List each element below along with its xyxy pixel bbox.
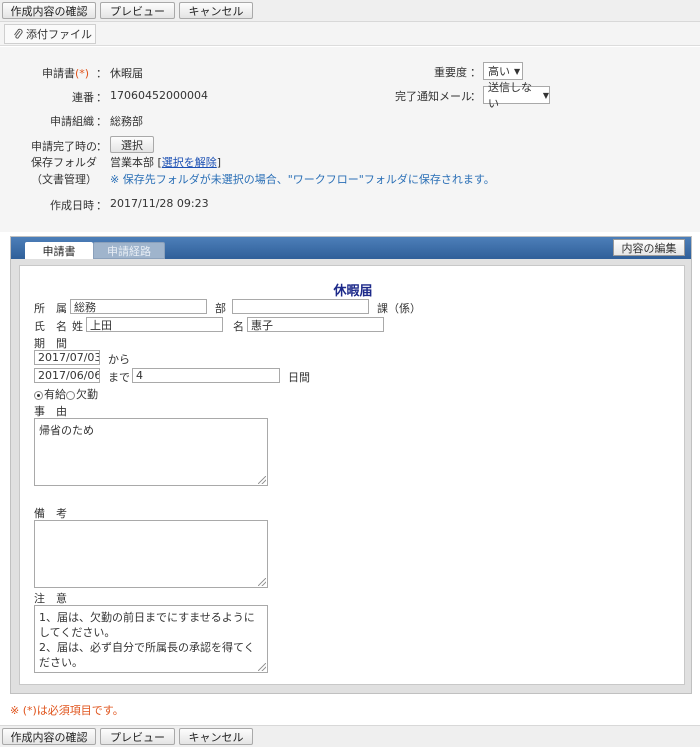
bu-label: 部 [215, 302, 226, 315]
reason-label: 事 由 [34, 405, 67, 418]
form-panel: 申請書 申請経路 内容の編集 休暇届 所 属 総務 部 課（係） 氏 名 姓 上… [10, 236, 692, 694]
bottom-toolbar: 作成内容の確認 プレビュー キャンセル [0, 725, 700, 747]
to-date-input[interactable]: 2017/06/06 [34, 368, 100, 383]
note-label: 備 考 [34, 507, 67, 520]
colon: ： [96, 115, 107, 128]
form-title: 休暇届 [333, 284, 373, 299]
cancel-button[interactable]: キャンセル [179, 2, 253, 19]
confirm-button[interactable]: 作成内容の確認 [2, 728, 96, 745]
serial-label: 連番 [72, 91, 94, 104]
select-folder-button[interactable]: 選択 [110, 136, 154, 153]
to-suffix: まで [108, 371, 130, 384]
cancel-button[interactable]: キャンセル [179, 728, 253, 745]
caution-label: 注 意 [34, 592, 67, 605]
priority-select[interactable]: 高い ▼ [483, 62, 523, 80]
caution-line-2: 2、届は、必ず自分で所属長の承認を得てください。 [39, 641, 255, 669]
required-footnote: ※ (*)は必須項目です。 [10, 704, 124, 717]
notify-select[interactable]: 送信しない ▼ [483, 81, 550, 110]
first-name-input[interactable]: 惠子 [247, 317, 384, 332]
folder-label-line2: 保存フォルダ [31, 156, 97, 169]
colon: ： [470, 66, 481, 79]
required-mark: (*) [75, 67, 90, 80]
colon: ： [96, 91, 107, 104]
priority-label: 重要度 [434, 66, 467, 79]
notify-value: 送信しない [488, 81, 532, 110]
last-name-label: 姓 [72, 320, 83, 333]
created-value: 2017/11/28 09:23 [110, 197, 209, 210]
priority-value: 高い [488, 65, 510, 78]
tab-bar: 申請書 申請経路 内容の編集 [11, 237, 691, 259]
folder-label-line1: 申請完了時の [31, 140, 97, 153]
last-name-input[interactable]: 上田 [86, 317, 223, 332]
note-textarea[interactable] [34, 520, 268, 588]
top-toolbar: 作成内容の確認 プレビュー キャンセル [0, 0, 700, 22]
paid-label: 有給 [44, 388, 66, 401]
form-value: 休暇届 [110, 67, 143, 80]
section-label: 課（係） [377, 302, 421, 315]
days-suffix: 日間 [288, 371, 310, 384]
paid-radio[interactable] [34, 390, 43, 400]
days-input[interactable]: 4 [132, 368, 280, 383]
colon: ： [96, 67, 107, 80]
resize-grip-icon[interactable] [258, 476, 266, 484]
reason-textarea[interactable]: 帰省のため [34, 418, 268, 486]
attachment-bar: 添付ファイル [0, 22, 700, 46]
dept-label: 所 属 [34, 302, 67, 315]
bu-input[interactable] [232, 299, 369, 314]
folder-label-line3: （文書管理） [31, 173, 97, 186]
absence-label: 欠勤 [76, 388, 98, 401]
application-info: 申請書(*) ： 休暇届 連番 ： 17060452000004 申請組織 ： … [0, 47, 700, 232]
org-label: 申請組織 [50, 115, 94, 128]
name-label: 氏 名 [34, 320, 67, 333]
dropdown-arrow-icon: ▼ [542, 90, 549, 100]
colon: ： [96, 140, 107, 153]
dept-input[interactable]: 総務 [70, 299, 207, 314]
tab-approval-route[interactable]: 申請経路 [93, 242, 165, 259]
form-label: 申請書 [42, 67, 75, 80]
caution-textarea[interactable]: 1、届は、欠勤の前日までにすませるようにしてください。 2、届は、必ず自分で所属… [34, 605, 268, 673]
paperclip-icon [14, 28, 23, 39]
from-date-input[interactable]: 2017/07/03 [34, 350, 100, 365]
attach-file-button[interactable]: 添付ファイル [4, 24, 96, 44]
unselect-folder-link[interactable]: 選択を解除 [162, 156, 217, 169]
serial-value: 17060452000004 [110, 89, 208, 102]
folder-value: 営業本部 [110, 156, 154, 169]
reason-text: 帰省のため [39, 424, 94, 437]
org-value: 総務部 [110, 115, 143, 128]
colon: ： [96, 199, 107, 212]
absence-radio[interactable] [66, 390, 75, 400]
resize-grip-icon[interactable] [258, 663, 266, 671]
dropdown-arrow-icon: ▼ [514, 66, 521, 76]
notify-label: 完了通知メール [395, 90, 472, 103]
preview-button[interactable]: プレビュー [100, 2, 175, 19]
edit-content-button[interactable]: 内容の編集 [613, 239, 685, 256]
confirm-button[interactable]: 作成内容の確認 [2, 2, 96, 19]
preview-button[interactable]: プレビュー [100, 728, 175, 745]
created-label: 作成日時 [50, 199, 94, 212]
from-suffix: から [108, 353, 130, 366]
folder-note: ※ 保存先フォルダが未選択の場合、"ワークフロー"フォルダに保存されます。 [110, 173, 495, 186]
attach-file-label: 添付ファイル [26, 28, 92, 41]
leave-form: 休暇届 所 属 総務 部 課（係） 氏 名 姓 上田 名 惠子 期 間 2017… [19, 265, 685, 685]
period-label: 期 間 [34, 337, 67, 350]
colon: ： [470, 90, 481, 103]
first-name-label: 名 [233, 320, 244, 333]
caution-line-1: 1、届は、欠勤の前日までにすませるようにしてください。 [39, 611, 255, 639]
resize-grip-icon[interactable] [258, 578, 266, 586]
tab-application-form[interactable]: 申請書 [25, 242, 93, 259]
